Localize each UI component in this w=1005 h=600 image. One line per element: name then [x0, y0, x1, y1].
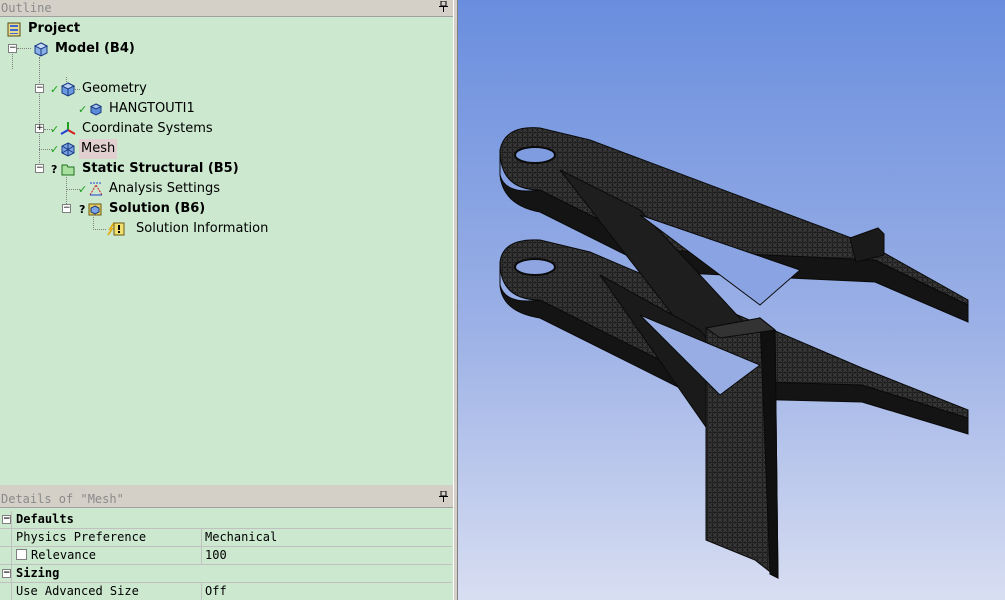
group-label: Sizing — [16, 566, 60, 580]
static-structural-icon — [60, 161, 76, 177]
expand-toggle[interactable]: + — [35, 124, 44, 133]
question-status-icon: ? — [79, 203, 86, 216]
coordinate-systems-icon — [60, 121, 76, 137]
details-grid: − Defaults Physics Preference Mechanical… — [0, 511, 452, 600]
model-icon — [33, 41, 49, 57]
property-row[interactable]: Relevance 100 — [0, 547, 452, 565]
collapse-toggle[interactable]: − — [35, 84, 44, 93]
solution-icon — [87, 201, 103, 217]
tree-label-solution-information: Solution Information — [136, 221, 269, 236]
property-key-wrap: Relevance — [14, 547, 202, 565]
check-icon: ✓ — [50, 83, 60, 96]
tree-connector — [93, 229, 106, 230]
tree-label-part: HANGTOUTI1 — [109, 101, 195, 116]
outline-title-bar: Outline — [0, 0, 453, 17]
outline-panel: Outline Project − Model (B4) − ✓ Geometr… — [0, 0, 453, 485]
group-header-defaults[interactable]: − Defaults — [0, 511, 452, 529]
group-label: Defaults — [16, 512, 74, 526]
outline-title: Outline — [1, 1, 52, 15]
project-icon — [6, 21, 22, 37]
pin-icon[interactable] — [439, 0, 448, 17]
tree-label-project: Project — [28, 21, 81, 36]
property-row[interactable]: Use Advanced Size Function Off — [0, 583, 452, 600]
analysis-settings-icon — [88, 181, 104, 197]
parameter-checkbox[interactable] — [16, 549, 27, 560]
property-key: Physics Preference — [14, 529, 202, 547]
body-icon — [88, 101, 104, 117]
pin-icon[interactable] — [439, 490, 448, 508]
check-icon: ✓ — [78, 103, 88, 116]
collapse-toggle[interactable]: − — [2, 569, 11, 578]
collapse-toggle[interactable]: − — [35, 164, 44, 173]
question-status-icon: ? — [51, 163, 58, 176]
property-row[interactable]: Physics Preference Mechanical — [0, 529, 452, 547]
tree-label-model: Model (B4) — [55, 41, 135, 56]
collapse-toggle[interactable]: − — [2, 515, 11, 524]
tree-label-static-structural: Static Structural (B5) — [82, 161, 239, 176]
collapse-toggle[interactable]: − — [62, 204, 71, 213]
tree-connector — [39, 57, 40, 169]
check-icon: ✓ — [50, 123, 60, 136]
tree-connector — [17, 48, 31, 49]
solution-information-icon — [106, 221, 125, 237]
collapse-toggle[interactable]: − — [8, 44, 17, 53]
property-key: Relevance — [31, 548, 97, 562]
tree-label-coordinate-systems: Coordinate Systems — [82, 121, 213, 136]
property-value[interactable]: Off — [205, 583, 227, 600]
details-panel: Details of "Mesh" − Defaults Physics Pre… — [0, 490, 453, 600]
check-icon: ✓ — [50, 143, 60, 156]
property-key: Use Advanced Size Function — [14, 583, 202, 600]
tree-label-mesh: Mesh — [79, 139, 118, 159]
check-icon: ✓ — [78, 183, 88, 196]
group-header-sizing[interactable]: − Sizing — [0, 565, 452, 583]
property-value[interactable]: Mechanical — [205, 529, 277, 546]
mesh-icon — [60, 141, 76, 157]
tree-label-solution: Solution (B6) — [109, 201, 206, 216]
property-value[interactable]: 100 — [205, 547, 227, 564]
details-title-bar: Details of "Mesh" — [0, 490, 453, 508]
tree-label-geometry: Geometry — [82, 81, 147, 96]
tree-label-analysis-settings: Analysis Settings — [109, 181, 221, 196]
graphics-viewport[interactable] — [458, 0, 1005, 600]
geometry-icon — [60, 81, 76, 97]
meshed-bracket-model — [499, 127, 969, 580]
details-title: Details of "Mesh" — [1, 492, 124, 506]
